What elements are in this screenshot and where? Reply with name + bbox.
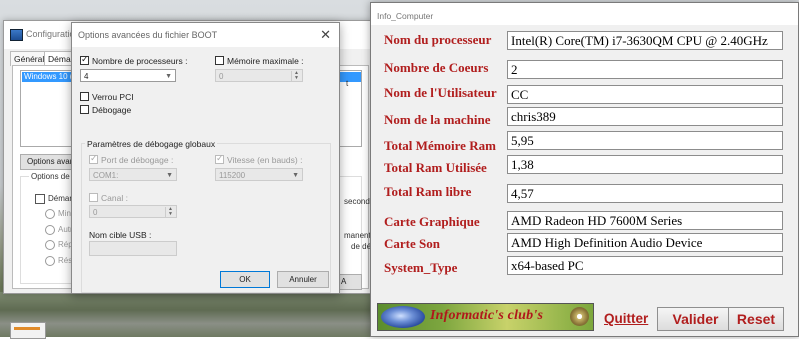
label-user: Nom de l'Utilisateur	[384, 85, 497, 100]
tab-general[interactable]: Général	[10, 51, 49, 66]
field-graphics-card[interactable]: AMD Radeon HD 7600M Series	[507, 211, 783, 230]
radio-network[interactable]	[45, 256, 55, 266]
field-cores[interactable]: 2	[507, 60, 783, 79]
max-memory-input[interactable]: 0 ▲ ▼	[215, 69, 303, 82]
channel-checkbox[interactable]	[89, 193, 98, 202]
boot-options-titlebar[interactable]: Options avancées du fichier BOOT ✕	[72, 23, 339, 47]
field-used-ram[interactable]: 1,38	[507, 155, 783, 174]
spinner-arrows-icon[interactable]: ▲ ▼	[165, 207, 175, 217]
ok-button[interactable]: OK	[220, 271, 270, 288]
cd-disc-icon	[570, 307, 589, 326]
label-sound-card: Carte Son	[384, 236, 440, 251]
debug-checkbox[interactable]	[80, 105, 89, 114]
field-total-ram[interactable]: 5,95	[507, 131, 783, 150]
close-icon[interactable]: ✕	[320, 27, 331, 43]
spinner-arrows-icon[interactable]: ▲ ▼	[291, 71, 301, 81]
config-fragment-1: t	[346, 79, 349, 88]
boot-options-title: Options avancées du fichier BOOT	[78, 30, 218, 40]
nb-processors-label: Nombre de processeurs :	[92, 56, 188, 66]
max-memory-value: 0	[219, 72, 224, 81]
radio-other[interactable]	[45, 225, 55, 235]
debug-port-label: Port de débogage :	[101, 155, 174, 165]
nb-processors-checkbox[interactable]	[80, 54, 89, 65]
boot-options-dialog: Options avancées du fichier BOOT ✕ Nombr…	[71, 22, 340, 294]
quit-link[interactable]: Quitter	[604, 311, 648, 326]
field-free-ram[interactable]: 4,57	[507, 184, 783, 203]
debug-port-value: COM1:	[93, 171, 119, 180]
global-debug-title: Paramètres de débogage globaux	[85, 139, 218, 149]
field-system-type[interactable]: x64-based PC	[507, 256, 783, 275]
usb-target-label: Nom cible USB :	[89, 230, 152, 240]
max-memory-label: Mémoire maximale :	[227, 56, 304, 66]
banner-text: Informatic's club's	[430, 308, 544, 323]
label-machine: Nom de la machine	[384, 112, 491, 127]
cancel-button[interactable]: Annuler	[277, 271, 329, 288]
pci-lock-checkbox[interactable]	[80, 92, 89, 101]
field-user[interactable]: CC	[507, 85, 783, 104]
usb-target-input[interactable]	[89, 241, 177, 256]
chevron-down-icon: ▼	[292, 172, 299, 179]
radio-minimal[interactable]	[45, 209, 55, 219]
radio-repair[interactable]	[45, 240, 55, 250]
debug-port-checkbox[interactable]	[89, 153, 98, 164]
max-memory-checkbox[interactable]	[215, 56, 224, 65]
label-cores: Nombre de Coeurs	[384, 60, 489, 75]
channel-input[interactable]: 0 ▲ ▼	[89, 205, 177, 218]
label-used-ram: Total Ram Utilisée	[384, 160, 487, 175]
debug-label: Débogage	[92, 105, 132, 115]
info-computer-title: Info_Computer	[377, 11, 434, 21]
info-computer-titlebar[interactable]: Info_Computer	[371, 3, 798, 25]
label-graphics-card: Carte Graphique	[384, 214, 480, 229]
field-machine[interactable]: chris389	[507, 107, 783, 126]
baud-rate-label: Vitesse (en bauds) :	[227, 155, 303, 165]
nb-processors-value: 4	[84, 72, 89, 81]
validate-button[interactable]: Valider	[657, 307, 734, 331]
computer-logo-icon	[381, 306, 425, 328]
pci-lock-label: Verrou PCI	[92, 92, 134, 102]
club-banner: Informatic's club's	[377, 303, 594, 331]
baud-rate-checkbox[interactable]	[215, 153, 224, 164]
channel-value: 0	[93, 208, 98, 217]
label-free-ram: Total Ram libre	[384, 184, 472, 199]
field-sound-card[interactable]: AMD High Definition Audio Device	[507, 233, 783, 252]
chevron-down-icon: ▼	[165, 73, 172, 80]
desktop-shortcut-thumbnail[interactable]	[10, 322, 46, 339]
label-system-type: System_Type	[384, 260, 458, 275]
baud-rate-value: 115200	[219, 171, 246, 180]
nb-processors-select[interactable]: 4 ▼	[80, 69, 176, 82]
label-processor: Nom du processeur	[384, 32, 492, 47]
debug-port-select[interactable]: COM1: ▼	[89, 168, 177, 181]
safe-boot-checkbox[interactable]	[35, 194, 45, 204]
label-total-ram: Total Mémoire Ram	[384, 138, 496, 153]
config-footer-button[interactable]: A	[338, 274, 362, 290]
channel-label: Canal :	[101, 193, 128, 203]
reset-button[interactable]: Reset	[728, 307, 784, 331]
info-computer-window: Info_Computer Nom du processeur Intel(R)…	[370, 2, 799, 337]
field-processor[interactable]: Intel(R) Core(TM) i7-3630QM CPU @ 2.40GH…	[507, 31, 783, 50]
baud-rate-select[interactable]: 115200 ▼	[215, 168, 303, 181]
config-app-icon	[10, 29, 23, 41]
chevron-down-icon: ▼	[166, 172, 173, 179]
